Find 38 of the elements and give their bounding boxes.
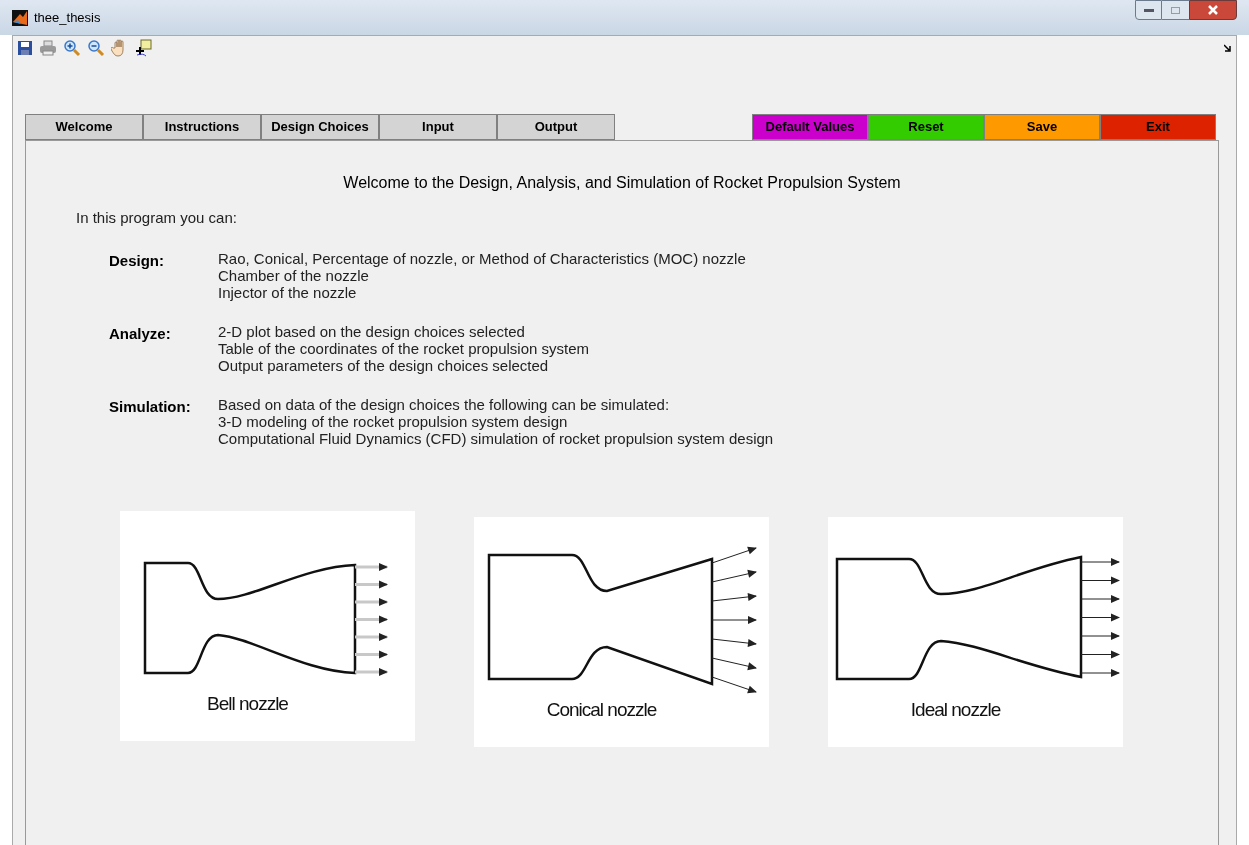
figure-caption: Conical nozzle — [546, 697, 657, 722]
section-line: Output parameters of the design choices selected — [218, 356, 549, 374]
figure-caption: Ideal nozzle — [910, 697, 1001, 722]
data-cursor-icon[interactable] — [135, 39, 153, 57]
action-button[interactable]: Exit — [1100, 114, 1216, 140]
section-line: 3-D modeling of the rocket propulsion system design — [218, 412, 569, 430]
section-line: 2-D plot based on the design choices selected — [218, 322, 526, 340]
app-logo-icon — [12, 9, 28, 26]
action-button[interactable]: Save — [984, 114, 1100, 140]
section-label: Design: — [109, 250, 165, 271]
action-button[interactable]: Reset — [868, 114, 984, 140]
printer-icon[interactable] — [39, 40, 57, 56]
close-icon — [1207, 5, 1219, 15]
section-line: Based on data of the design choices the following can be simulated: — [218, 395, 671, 413]
window-title: thee_thesis — [34, 8, 101, 27]
section-line: Rao, Conical, Percentage of nozzle, or Method of Characteristics (MOC) nozzle — [218, 249, 746, 267]
tab[interactable]: Input — [379, 114, 497, 140]
zoom-in-icon[interactable] — [63, 39, 81, 57]
dock-arrow-icon[interactable] — [1224, 44, 1232, 52]
save-icon[interactable] — [17, 40, 33, 56]
section-line: Computational Fluid Dynamics (CFD) simulation of rocket propulsion system design — [218, 429, 774, 447]
close-button[interactable] — [1189, 0, 1237, 20]
tab[interactable]: Welcome — [25, 114, 143, 140]
intro-text: In this program you can: — [76, 208, 238, 228]
welcome-heading: Welcome to the Design, Analysis, and Simulation of Rocket Propulsion System — [342, 173, 902, 193]
section-line: Chamber of the nozzle — [218, 266, 369, 284]
figure-caption: Bell nozzle — [207, 691, 288, 716]
minimize-button[interactable] — [1135, 0, 1162, 20]
section-label: Analyze: — [109, 323, 172, 344]
action-button[interactable]: Default Values — [752, 114, 868, 140]
section-label: Simulation: — [109, 396, 192, 417]
zoom-out-icon[interactable] — [87, 39, 105, 57]
tab[interactable]: Design Choices — [261, 114, 379, 140]
maximize-button[interactable] — [1162, 0, 1189, 20]
section-line: Injector of the nozzle — [218, 283, 358, 301]
tab[interactable]: Instructions — [143, 114, 261, 140]
tab[interactable]: Output — [497, 114, 615, 140]
section-line: Table of the coordinates of the rocket propulsion system — [218, 339, 590, 357]
